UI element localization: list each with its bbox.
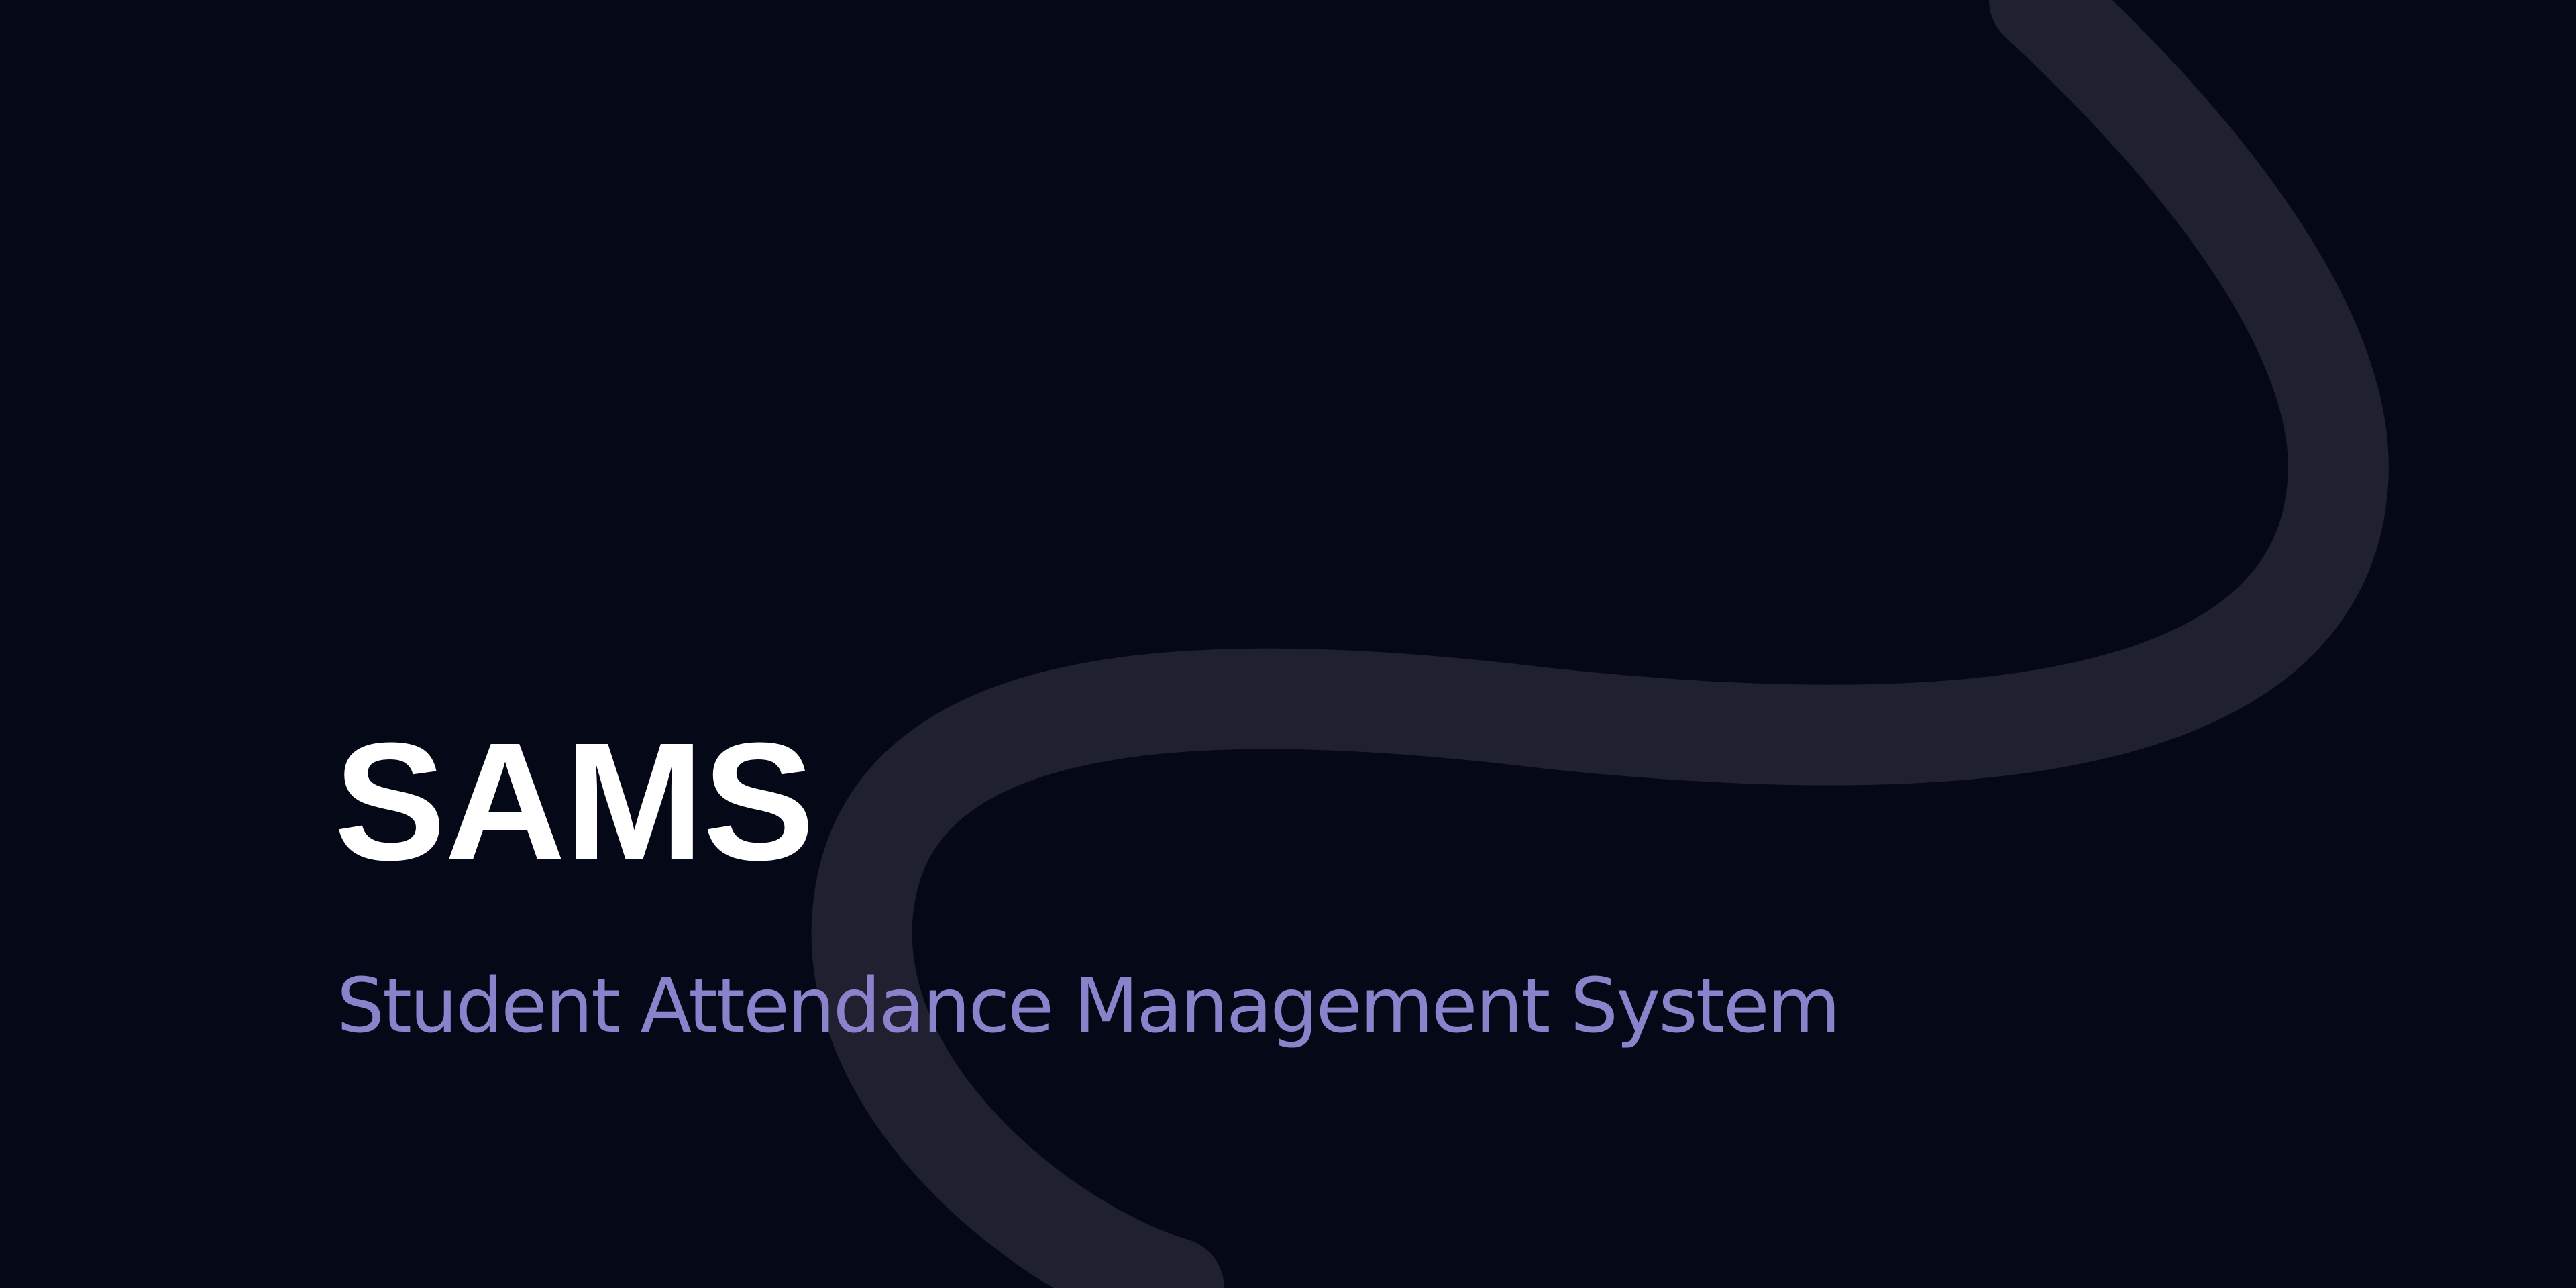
hero-banner: SAMS Student Attendance Management Syste… — [0, 0, 2576, 1288]
background-swirl — [811, 0, 2389, 1288]
app-title: SAMS — [334, 708, 814, 895]
app-subtitle: Student Attendance Management System — [337, 963, 1841, 1050]
swirl-stroke — [811, 0, 2389, 1288]
